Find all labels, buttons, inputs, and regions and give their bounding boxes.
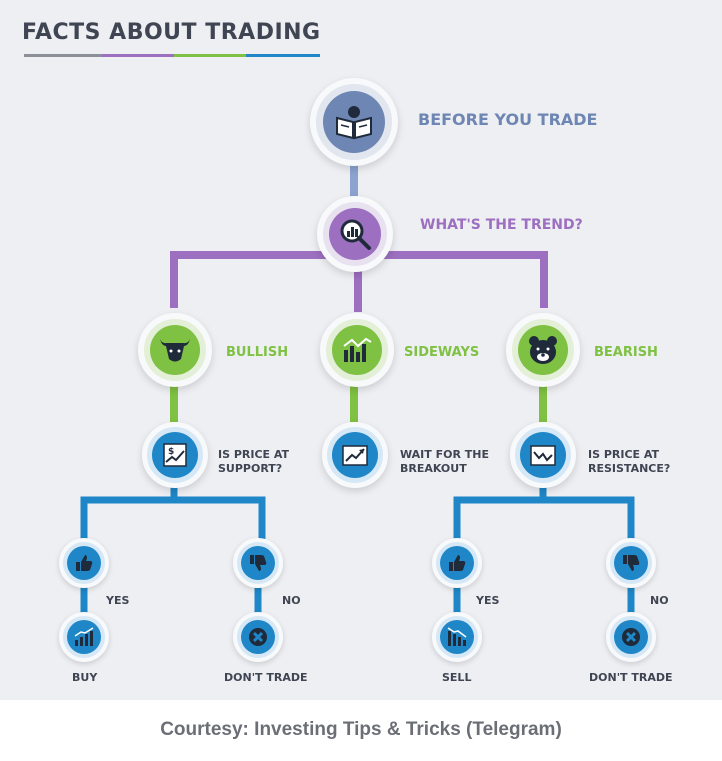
- resistance-label: IS PRICE AT RESISTANCE?: [588, 448, 670, 476]
- line-chart-icon: [530, 445, 556, 466]
- support-label: IS PRICE AT SUPPORT?: [218, 448, 289, 476]
- no-right-node: [606, 538, 656, 588]
- bear-icon: [529, 336, 557, 364]
- yes-right-node: [432, 538, 482, 588]
- book-reader-icon: [336, 106, 372, 140]
- dont-trade-left-label: DON'T TRADE: [224, 671, 308, 684]
- breakout-node: [322, 422, 388, 488]
- breakout-label-line2: BREAKOUT: [400, 462, 467, 475]
- no-left-label: NO: [282, 594, 301, 607]
- dont-trade-right-node: [606, 612, 656, 662]
- no-right-label: NO: [650, 594, 669, 607]
- no-left-node: [233, 538, 283, 588]
- bull-icon: [160, 339, 190, 362]
- bullish-node: [138, 313, 212, 387]
- thumbs-down-icon: [623, 555, 640, 571]
- breakout-label: WAIT FOR THE BREAKOUT: [400, 448, 489, 476]
- connector-resistance-branches: [453, 496, 635, 540]
- resistance-node: [510, 422, 576, 488]
- trend-label: WHAT'S THE TREND?: [420, 217, 583, 233]
- support-label-line1: IS PRICE AT: [218, 448, 290, 461]
- sideways-label: SIDEWAYS: [404, 345, 480, 360]
- courtesy-footer: Courtesy: Investing Tips & Tricks (Teleg…: [160, 719, 562, 740]
- thumbs-down-icon: [250, 555, 267, 571]
- sell-node: [432, 612, 482, 662]
- yes-left-label: YES: [106, 594, 130, 607]
- dont-trade-left-node: [233, 612, 283, 662]
- sell-label: SELL: [442, 671, 472, 684]
- bullish-label: BULLISH: [226, 345, 289, 360]
- magnifier-chart-icon: [340, 219, 371, 250]
- growth-chart-icon: [74, 627, 94, 646]
- bearish-label: BEARISH: [594, 345, 658, 360]
- x-icon: [249, 628, 267, 646]
- bar-chart-icon: [343, 337, 372, 362]
- price-chart-icon: $: [163, 443, 187, 467]
- resistance-label-line2: RESISTANCE?: [588, 462, 671, 475]
- thumbs-up-icon: [449, 555, 466, 571]
- infographic: FACTS ABOUT TRADING BEFORE YOU TRADE WHA…: [0, 0, 722, 761]
- dont-trade-right-label: DON'T TRADE: [589, 671, 673, 684]
- trend-node: [317, 196, 393, 272]
- sideways-node: [320, 313, 394, 387]
- buy-label: BUY: [72, 671, 98, 684]
- buy-node: [59, 612, 109, 662]
- yes-left-node: [59, 538, 109, 588]
- decline-chart-icon: [447, 627, 467, 646]
- support-label-line2: SUPPORT?: [218, 462, 283, 475]
- rising-chart-icon: [342, 445, 368, 466]
- before-you-trade-label: BEFORE YOU TRADE: [418, 110, 598, 129]
- thumbs-up-icon: [76, 555, 93, 571]
- svg-text:$: $: [168, 447, 174, 457]
- connector-support-branches: [80, 496, 266, 540]
- breakout-label-line1: WAIT FOR THE: [400, 448, 489, 461]
- x-icon: [622, 628, 640, 646]
- before-you-trade-node: [310, 78, 398, 166]
- support-node: $: [142, 422, 208, 488]
- bearish-node: [506, 313, 580, 387]
- yes-right-label: YES: [476, 594, 500, 607]
- resistance-label-line1: IS PRICE AT: [588, 448, 660, 461]
